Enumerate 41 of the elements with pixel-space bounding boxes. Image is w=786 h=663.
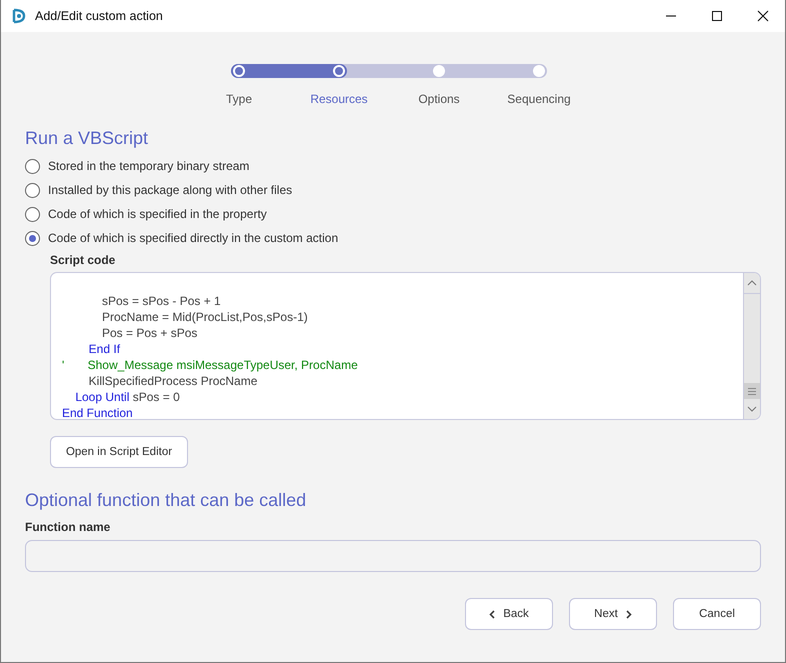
step-label[interactable]: Options — [418, 92, 460, 106]
app-logo-icon — [11, 8, 27, 24]
code-editor[interactable]: sPos = sPos - Pos + 1 ProcName = Mid(ProcList,Pos,sPos-1) Pos = Pos + sPos End If ' Show_Message msiMessageTypeUser, ProcName KillSpecifiedProcess ProcName Loop Until sPos = 0 End Function — [50, 272, 761, 420]
section-heading: Run a VBScript — [25, 128, 150, 149]
code-line: End If — [88, 341, 122, 357]
radio-label[interactable]: Stored in the temporary binary stream — [48, 159, 250, 173]
scrollbar[interactable] — [743, 273, 760, 419]
function-name-field[interactable] — [25, 540, 761, 572]
radio-button[interactable] — [25, 206, 40, 222]
next-button[interactable]: Next — [569, 598, 657, 630]
maximize-icon[interactable] — [711, 10, 723, 22]
scroll-up-icon[interactable] — [747, 279, 757, 287]
chevron-right-icon — [626, 610, 632, 618]
code-line: ' Show_Message msiMessageTypeUser, ProcName — [62, 357, 359, 373]
back-button[interactable]: Back — [465, 598, 553, 630]
section-heading: Optional function that can be called — [25, 490, 308, 511]
cancel-button[interactable]: Cancel — [673, 598, 761, 630]
close-icon[interactable] — [757, 10, 769, 22]
window-title: Add/Edit custom action — [35, 9, 163, 23]
code-line: KillSpecifiedProcess ProcName — [88, 373, 258, 389]
step-label[interactable]: Sequencing — [507, 92, 571, 106]
open-editor-button[interactable]: Open in Script Editor — [50, 436, 188, 468]
radio-button[interactable] — [25, 182, 40, 198]
field-label: Function name — [25, 520, 112, 534]
radio-button[interactable] — [25, 230, 40, 246]
chevron-left-icon — [489, 610, 496, 618]
radio-label[interactable]: Code of which is specified directly in the custom action — [48, 231, 338, 245]
radio-label[interactable]: Installed by this package along with other files — [48, 183, 292, 197]
code-line: sPos = sPos - Pos + 1 — [101, 293, 222, 309]
field-label: Script code — [50, 253, 116, 267]
scroll-down-icon[interactable] — [747, 405, 757, 413]
code-line: End Function — [62, 405, 134, 419]
code-line: ProcName = Mid(ProcList,Pos,sPos-1) — [101, 309, 309, 325]
step-label[interactable]: Type — [226, 92, 252, 106]
grip-icon — [748, 388, 756, 394]
step-label[interactable]: Resources — [310, 92, 368, 106]
scroll-thumb[interactable] — [744, 383, 760, 399]
code-line: Pos = Pos + sPos — [101, 325, 198, 341]
radio-label[interactable]: Code of which is specified in the property — [48, 207, 267, 221]
code-line: Loop Until sPos = 0 — [74, 389, 181, 405]
radio-button[interactable] — [25, 158, 40, 174]
